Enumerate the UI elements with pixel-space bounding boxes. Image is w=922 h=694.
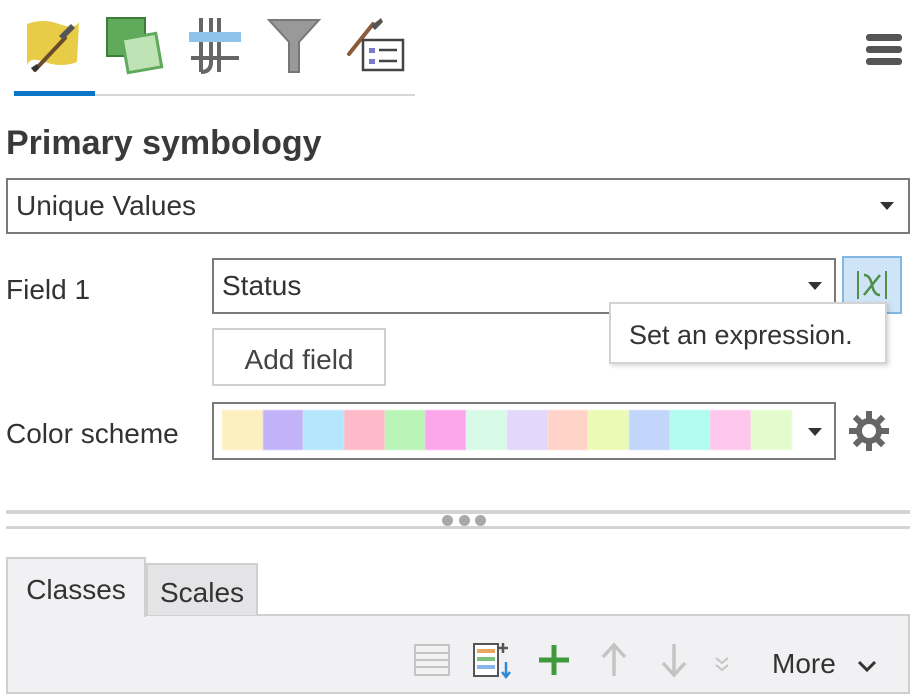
color-swatch bbox=[588, 410, 629, 450]
more-label: More bbox=[772, 648, 836, 679]
color-swatch bbox=[547, 410, 589, 450]
symbology-method-dropdown[interactable]: Unique Values bbox=[6, 178, 910, 234]
color-swatch bbox=[750, 410, 792, 450]
color-swatch bbox=[628, 410, 670, 450]
symbol-layer-drawing-icon[interactable] bbox=[182, 10, 246, 80]
move-up-arrow-icon[interactable] bbox=[594, 640, 634, 680]
color-swatch bbox=[222, 410, 263, 450]
expression-x-icon bbox=[857, 271, 887, 299]
list-view-icon[interactable] bbox=[412, 640, 452, 680]
tooltip-text: Set an expression. bbox=[629, 320, 853, 350]
color-scheme-label: Color scheme bbox=[6, 418, 179, 449]
tab-scales[interactable]: Scales bbox=[146, 563, 258, 615]
add-value-plus-icon[interactable] bbox=[534, 640, 574, 680]
label-classes-icon[interactable] bbox=[344, 10, 408, 80]
chevron-down-icon bbox=[808, 428, 822, 436]
color-swatch bbox=[669, 410, 711, 450]
expression-tooltip: Set an expression. bbox=[609, 302, 887, 364]
add-field-label: Add field bbox=[244, 344, 354, 375]
chevron-down-icon bbox=[880, 202, 894, 210]
field1-label: Field 1 bbox=[6, 274, 91, 305]
symbology-method-value: Unique Values bbox=[16, 190, 197, 221]
chevron-down-icon bbox=[857, 660, 876, 672]
more-menu-button[interactable]: More bbox=[772, 648, 878, 680]
filter-funnel-icon[interactable] bbox=[262, 10, 326, 80]
collapse-icon[interactable] bbox=[702, 640, 742, 680]
color-swatch bbox=[425, 410, 467, 450]
color-swatch bbox=[303, 410, 345, 450]
color-swatch bbox=[262, 410, 304, 450]
color-swatch bbox=[384, 410, 426, 450]
color-swatch bbox=[466, 410, 507, 450]
active-tab-indicator bbox=[14, 91, 95, 96]
add-field-button[interactable]: Add field bbox=[212, 328, 386, 386]
hamburger-menu-icon[interactable] bbox=[866, 34, 902, 72]
tab-classes-label: Classes bbox=[26, 574, 126, 605]
color-swatch bbox=[710, 410, 751, 450]
color-scheme-swatches bbox=[222, 410, 792, 450]
primary-symbology-brush-icon[interactable] bbox=[20, 10, 84, 80]
page-title: Primary symbology bbox=[6, 124, 322, 162]
tab-classes[interactable]: Classes bbox=[6, 557, 146, 617]
field1-value: Status bbox=[222, 270, 302, 301]
color-swatch bbox=[506, 410, 548, 450]
splitter-grip-handle[interactable] bbox=[442, 514, 486, 526]
color-swatch bbox=[344, 410, 385, 450]
move-down-arrow-icon[interactable] bbox=[654, 640, 694, 680]
gear-icon[interactable] bbox=[848, 410, 890, 452]
vary-symbology-icon[interactable] bbox=[102, 10, 166, 80]
splitter-line bbox=[6, 526, 910, 529]
chevron-down-icon bbox=[808, 282, 822, 290]
tab-scales-label: Scales bbox=[159, 577, 245, 608]
add-all-values-icon[interactable] bbox=[472, 640, 512, 680]
